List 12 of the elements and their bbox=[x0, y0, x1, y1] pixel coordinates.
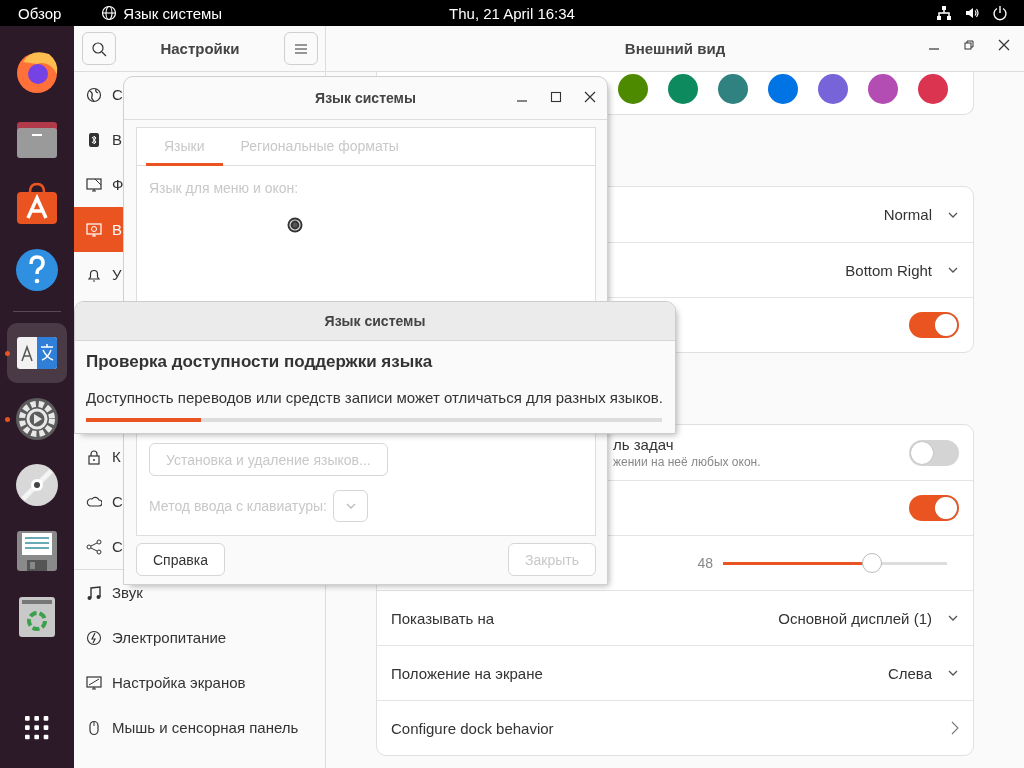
row-title: Показывать на bbox=[391, 609, 495, 627]
window-title: Язык системы bbox=[315, 90, 416, 106]
row-title: Configure dock behavior bbox=[391, 719, 554, 737]
row-title: ль задач bbox=[613, 436, 675, 453]
row-title: Положение на экране bbox=[391, 664, 543, 682]
slider-value: 48 bbox=[697, 555, 713, 571]
dialog-heading: Проверка доступности поддержки языка bbox=[86, 351, 434, 373]
row-subtitle: жении на неё любых окон. bbox=[613, 455, 761, 469]
dialog-title: Язык системы bbox=[324, 313, 426, 329]
dialog-message: Доступность переводов или средств записи может отличаться для разных языков. bbox=[86, 388, 664, 408]
page-title: Внешний вид bbox=[624, 40, 726, 57]
sidebar-title: Настройки bbox=[160, 40, 240, 57]
